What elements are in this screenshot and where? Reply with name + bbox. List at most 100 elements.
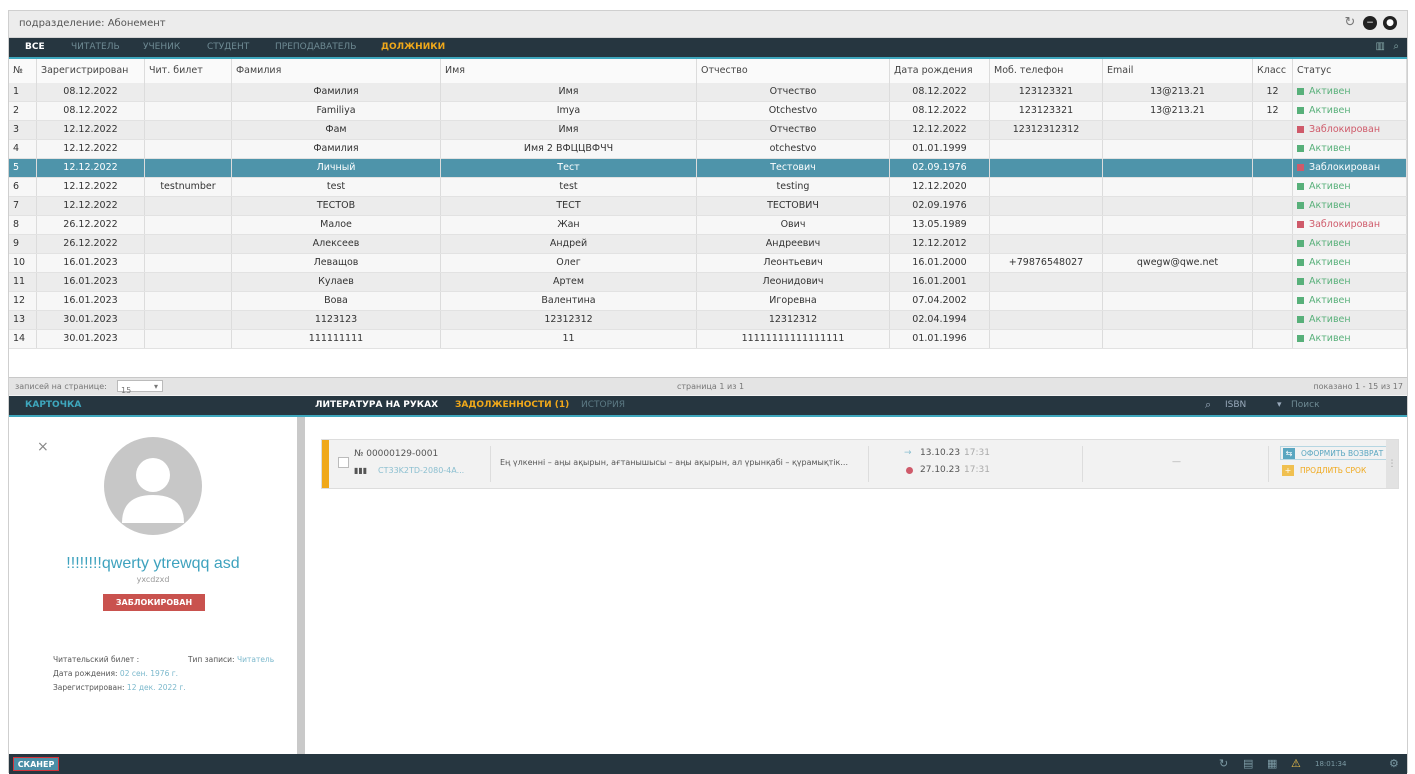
table-cell: 123123321	[990, 102, 1103, 120]
registered-label: Зарегистрирован:	[53, 683, 125, 692]
col-ticket[interactable]: Чит. билет	[145, 59, 232, 83]
col-lastname[interactable]: Фамилия	[232, 59, 441, 83]
table-cell	[1103, 311, 1253, 329]
tab-debts[interactable]: ЗАДОЛЖЕННОСТИ (1)	[455, 400, 569, 410]
table-cell: Фам	[232, 121, 441, 139]
table-row[interactable]: 12 16.01.2023 Вова Валентина Игоревна 07.04.2…	[9, 292, 1407, 311]
table-cell: 4	[9, 140, 37, 158]
table-row[interactable]: 9 26.12.2022 Алексеев Андрей Андреевич 12.12.…	[9, 235, 1407, 254]
table-cell	[1253, 311, 1293, 329]
return-button[interactable]: ⇆ ОФОРМИТЬ ВОЗВРАТ	[1280, 446, 1398, 460]
table-row[interactable]: 8 26.12.2022 Малое Жан Ович 13.05.1989 Заблоки…	[9, 216, 1407, 235]
tab-books-on-hand[interactable]: ЛИТЕРАТУРА НА РУКАХ	[315, 400, 438, 410]
col-status[interactable]: Статус	[1293, 59, 1407, 83]
minimize-icon[interactable]: −	[1363, 16, 1377, 30]
table-row[interactable]: 1 08.12.2022 Фамилия Имя Отчество 08.12.2022 1…	[9, 83, 1407, 102]
extend-button[interactable]: + ПРОДЛИТЬ СРОК	[1280, 464, 1398, 478]
status-text: Активен	[1309, 105, 1351, 116]
col-patronymic[interactable]: Отчество	[697, 59, 890, 83]
table-cell: Имя 2 ВФЦЦВФЧЧ	[441, 140, 697, 158]
refresh-icon[interactable]: ↻	[1343, 16, 1357, 30]
table-cell: Валентина	[441, 292, 697, 310]
table-cell	[145, 216, 232, 234]
table-icon[interactable]: ▤	[1243, 757, 1253, 770]
book-title: Ең үлкенні – аңы ақырын, ағтанышысы – аң…	[500, 458, 849, 467]
col-class[interactable]: Класс	[1253, 59, 1293, 83]
table-cell: Вова	[232, 292, 441, 310]
table-cell: Олег	[441, 254, 697, 272]
search-icon[interactable]: ⌕	[1205, 398, 1211, 412]
close-icon[interactable]: ●	[1383, 16, 1397, 30]
loan-item[interactable]: № 00000129-0001 ▮▮▮ CT33K2TD-2080-4A... …	[321, 439, 1399, 489]
chevron-down-icon: ▾	[153, 382, 158, 391]
books-on-hand-panel: № 00000129-0001 ▮▮▮ CT33K2TD-2080-4A... …	[305, 417, 1407, 754]
table-cell: ТЕСТОВИЧ	[697, 197, 890, 215]
table-row[interactable]: 6 12.12.2022 testnumber test test testing 12.1…	[9, 178, 1407, 197]
refresh-icon[interactable]: ↻	[1219, 757, 1228, 770]
search-input[interactable]: Поиск	[1291, 400, 1320, 410]
table-cell	[145, 235, 232, 253]
filter-dropdown-icon[interactable]: ▾	[1277, 400, 1282, 410]
col-number[interactable]: №	[9, 59, 37, 83]
table-cell	[145, 121, 232, 139]
status-text: Активен	[1309, 333, 1351, 344]
scanner-button[interactable]: СКАНЕР	[13, 757, 59, 771]
table-cell: 12312312	[441, 311, 697, 329]
warning-icon[interactable]: ⚠	[1291, 757, 1301, 770]
columns-icon[interactable]: ▥	[1376, 41, 1385, 52]
tab-student[interactable]: СТУДЕНТ	[207, 42, 249, 52]
table-cell: testnumber	[145, 178, 232, 196]
table-cell: otchestvo	[697, 140, 890, 158]
more-icon[interactable]: ⋮	[1386, 440, 1398, 488]
table-cell: 3	[9, 121, 37, 139]
tab-debtors[interactable]: ДОЛЖНИКИ	[381, 42, 445, 52]
table-row[interactable]: 10 16.01.2023 Леващов Олег Леонтьевич 16.01.2…	[9, 254, 1407, 273]
isbn-filter[interactable]: ISBN	[1225, 400, 1246, 410]
table-cell	[1253, 235, 1293, 253]
per-page-select[interactable]: 15 ▾	[117, 380, 163, 395]
table-row[interactable]: 3 12.12.2022 Фам Имя Отчество 12.12.2022 12312…	[9, 121, 1407, 140]
table-cell: 12	[1253, 102, 1293, 120]
registered-value: 12 дек. 2022 г.	[126, 683, 186, 692]
table-cell	[145, 159, 232, 177]
grid-icon[interactable]: ▦	[1267, 757, 1277, 770]
loan-checkbox[interactable]	[338, 457, 349, 468]
search-icon[interactable]: ⌕	[1393, 41, 1399, 52]
col-registered[interactable]: Зарегистрирован	[37, 59, 145, 83]
tab-reader[interactable]: ЧИТАТЕЛЬ	[71, 42, 120, 52]
table-cell	[1253, 178, 1293, 196]
table-cell	[1103, 197, 1253, 215]
table-row[interactable]: 11 16.01.2023 Кулаев Артем Леонидович 16.01.2…	[9, 273, 1407, 292]
readers-table: № Зарегистрирован Чит. билет Фамилия Имя…	[9, 59, 1407, 377]
table-row[interactable]: 7 12.12.2022 ТЕСТОВ ТЕСТ ТЕСТОВИЧ 02.09.1976 А…	[9, 197, 1407, 216]
col-firstname[interactable]: Имя	[441, 59, 697, 83]
col-email[interactable]: Email	[1103, 59, 1253, 83]
table-row[interactable]: 2 08.12.2022 Familiya Imya Otchestvo 08.12.20…	[9, 102, 1407, 121]
col-phone[interactable]: Моб. телефон	[990, 59, 1103, 83]
tab-pupil[interactable]: УЧЕНИК	[143, 42, 180, 52]
table-cell: Otchestvo	[697, 102, 890, 120]
table-cell: 11	[441, 330, 697, 348]
barcode-icon: ▮▮▮	[354, 466, 368, 475]
panel-splitter[interactable]	[297, 417, 305, 754]
table-cell	[145, 330, 232, 348]
table-cell: 13	[9, 311, 37, 329]
table-row[interactable]: 14 30.01.2023 111111111 11 11111111111111111…	[9, 330, 1407, 349]
due-date: 27.10.23	[920, 465, 961, 475]
status-cell: Активен	[1293, 178, 1407, 196]
close-card-icon[interactable]: ×	[37, 439, 49, 455]
table-cell	[1253, 140, 1293, 158]
tab-teacher[interactable]: ПРЕПОДАВАТЕЛЬ	[275, 42, 356, 52]
tab-history[interactable]: ИСТОРИЯ	[581, 400, 625, 410]
settings-icon[interactable]: ⚙	[1389, 757, 1399, 770]
col-birthdate[interactable]: Дата рождения	[890, 59, 990, 83]
tab-card[interactable]: КАРТОЧКА	[25, 400, 81, 410]
tab-all[interactable]: ВСЕ	[25, 42, 45, 52]
table-cell: Отчество	[697, 121, 890, 139]
status-indicator-icon	[1297, 88, 1304, 95]
table-row[interactable]: 4 12.12.2022 Фамилия Имя 2 ВФЦЦВФЧЧ otchestv…	[9, 140, 1407, 159]
status-text: Заблокирован	[1309, 124, 1381, 135]
table-cell: Алексеев	[232, 235, 441, 253]
table-row[interactable]: 13 30.01.2023 1123123 12312312 12312312 02.04…	[9, 311, 1407, 330]
table-row[interactable]: 5 12.12.2022 Личный Тест Тестович 02.09.1976 З…	[9, 159, 1407, 178]
